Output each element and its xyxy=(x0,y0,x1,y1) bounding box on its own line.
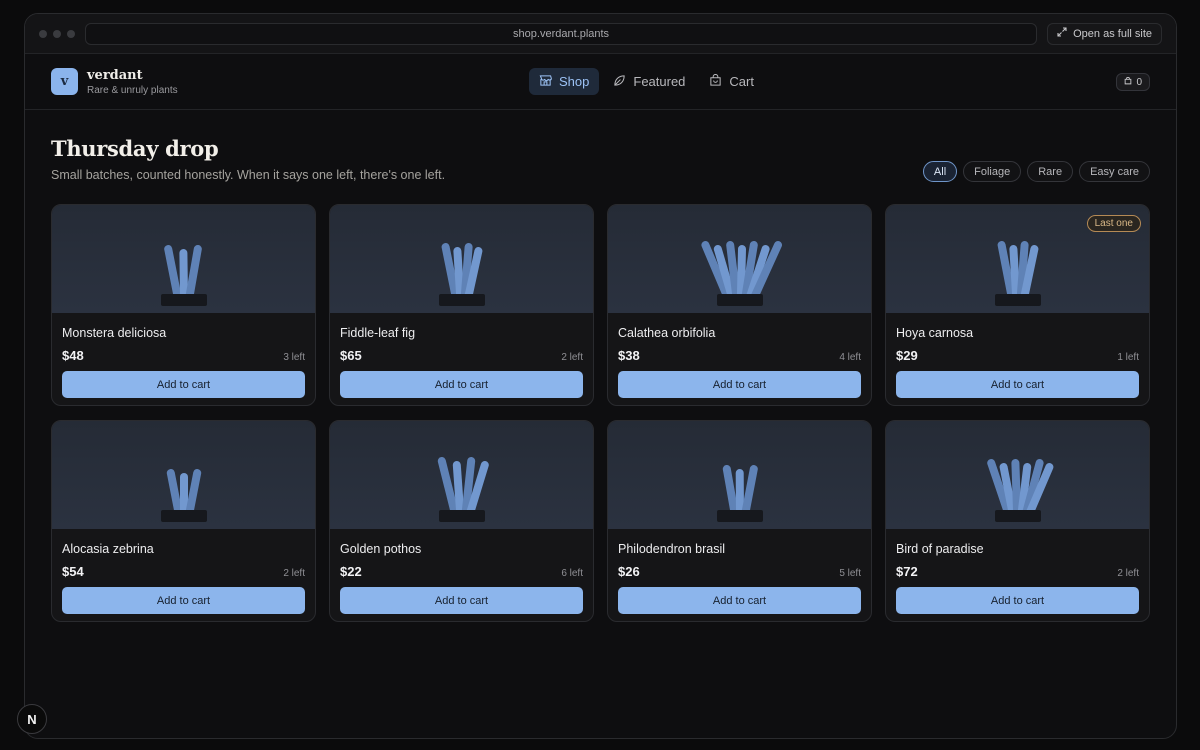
brand-tagline: Rare & unruly plants xyxy=(87,84,178,96)
stock-count: 2 left xyxy=(283,568,305,579)
filter-chip-all[interactable]: All xyxy=(922,161,958,182)
stock-count: 6 left xyxy=(561,568,583,579)
product-name[interactable]: Bird of paradise xyxy=(896,542,1139,556)
product-price: $26 xyxy=(618,564,640,579)
stock-count: 5 left xyxy=(839,568,861,579)
add-to-cart-button[interactable]: Add to cart xyxy=(62,587,305,614)
browser-chrome: shop.verdant.plants Open as full site xyxy=(25,14,1176,54)
cart-count-button[interactable]: 0 xyxy=(1116,73,1150,91)
expand-icon xyxy=(1057,27,1067,40)
brand-logo: v xyxy=(51,68,78,95)
product-image xyxy=(52,421,315,529)
add-to-cart-button[interactable]: Add to cart xyxy=(618,587,861,614)
plant-illustration xyxy=(700,241,782,306)
product-price: $22 xyxy=(340,564,362,579)
product-name[interactable]: Alocasia zebrina xyxy=(62,542,305,556)
plant-illustration xyxy=(438,243,485,306)
product-card[interactable]: Philodendron brasil $26 5 left Add to ca… xyxy=(607,420,872,622)
add-to-cart-button[interactable]: Add to cart xyxy=(896,587,1139,614)
product-name[interactable]: Calathea orbifolia xyxy=(618,326,861,340)
filter-chip-easy-care[interactable]: Easy care xyxy=(1079,161,1150,182)
product-grid: Monstera deliciosa $48 3 left Add to car… xyxy=(51,204,1150,622)
plant-illustration xyxy=(437,457,489,522)
product-image: Last one xyxy=(886,205,1149,313)
product-image xyxy=(608,205,871,313)
open-full-site-button[interactable]: Open as full site xyxy=(1047,22,1162,45)
stock-count: 1 left xyxy=(1117,352,1139,363)
product-card[interactable]: Alocasia zebrina $54 2 left Add to cart xyxy=(51,420,316,622)
product-image xyxy=(330,205,593,313)
cart-count: 0 xyxy=(1136,76,1142,88)
window-dot[interactable] xyxy=(39,29,47,38)
nav-cart[interactable]: Cart xyxy=(699,68,764,95)
product-image xyxy=(52,205,315,313)
stock-count: 3 left xyxy=(283,352,305,363)
brand-name: verdant xyxy=(87,67,143,83)
add-to-cart-button[interactable]: Add to cart xyxy=(340,587,583,614)
add-to-cart-button[interactable]: Add to cart xyxy=(62,371,305,398)
product-card[interactable]: Calathea orbifolia $38 4 left Add to car… xyxy=(607,204,872,406)
plant-illustration xyxy=(160,469,207,522)
main-nav: Shop Featured Cart xyxy=(529,68,764,95)
product-name[interactable]: Golden pothos xyxy=(340,542,583,556)
product-name[interactable]: Fiddle-leaf fig xyxy=(340,326,583,340)
product-card[interactable]: Last one Hoya carnosa $29 1 left Add to … xyxy=(885,204,1150,406)
plant-illustration xyxy=(994,241,1041,306)
dev-tools-badge[interactable]: N xyxy=(17,704,47,734)
plant-illustration xyxy=(716,465,763,522)
nav-cart-label: Cart xyxy=(729,74,754,89)
open-full-site-label: Open as full site xyxy=(1073,27,1152,40)
nav-shop-label: Shop xyxy=(559,74,590,89)
product-price: $72 xyxy=(896,564,918,579)
product-price: $54 xyxy=(62,564,84,579)
product-name[interactable]: Hoya carnosa xyxy=(896,326,1139,340)
main-content: Thursday drop Small batches, counted hon… xyxy=(25,110,1176,622)
product-name[interactable]: Monstera deliciosa xyxy=(62,326,305,340)
nav-featured[interactable]: Featured xyxy=(603,68,695,95)
product-image xyxy=(886,421,1149,529)
product-price: $29 xyxy=(896,348,918,363)
product-card[interactable]: Bird of paradise $72 2 left Add to cart xyxy=(885,420,1150,622)
site-header: v verdant Rare & unruly plants Shop Feat… xyxy=(25,54,1176,110)
window-controls xyxy=(39,29,83,38)
add-to-cart-button[interactable]: Add to cart xyxy=(340,371,583,398)
nav-shop[interactable]: Shop xyxy=(529,68,600,95)
product-price: $48 xyxy=(62,348,84,363)
brand[interactable]: v verdant Rare & unruly plants xyxy=(51,68,178,96)
bag-icon xyxy=(709,73,722,90)
product-card[interactable]: Monstera deliciosa $48 3 left Add to car… xyxy=(51,204,316,406)
product-price: $65 xyxy=(340,348,362,363)
stock-count: 2 left xyxy=(1117,568,1139,579)
product-image xyxy=(608,421,871,529)
address-bar[interactable]: shop.verdant.plants xyxy=(85,22,1038,45)
add-to-cart-button[interactable]: Add to cart xyxy=(896,371,1139,398)
product-card[interactable]: Fiddle-leaf fig $65 2 left Add to cart xyxy=(329,204,594,406)
plant-illustration xyxy=(986,459,1053,522)
stock-count: 4 left xyxy=(839,352,861,363)
stock-count: 2 left xyxy=(561,352,583,363)
browser-window: shop.verdant.plants Open as full site v … xyxy=(24,13,1177,739)
bag-icon xyxy=(1124,76,1132,88)
window-dot[interactable] xyxy=(53,29,61,38)
filter-chips: All Foliage Rare Easy care xyxy=(922,161,1150,182)
last-one-badge: Last one xyxy=(1086,215,1141,232)
nav-featured-label: Featured xyxy=(633,74,686,89)
filter-chip-foliage[interactable]: Foliage xyxy=(963,161,1022,182)
storefront-icon xyxy=(539,74,552,90)
window-dot[interactable] xyxy=(67,29,75,38)
product-name[interactable]: Philodendron brasil xyxy=(618,542,861,556)
product-price: $38 xyxy=(618,348,640,363)
leaf-icon xyxy=(613,74,626,90)
page-title: Thursday drop xyxy=(51,136,219,161)
product-image xyxy=(330,421,593,529)
filter-chip-rare[interactable]: Rare xyxy=(1027,161,1074,182)
product-card[interactable]: Golden pothos $22 6 left Add to cart xyxy=(329,420,594,622)
plant-illustration xyxy=(160,245,207,306)
add-to-cart-button[interactable]: Add to cart xyxy=(618,371,861,398)
